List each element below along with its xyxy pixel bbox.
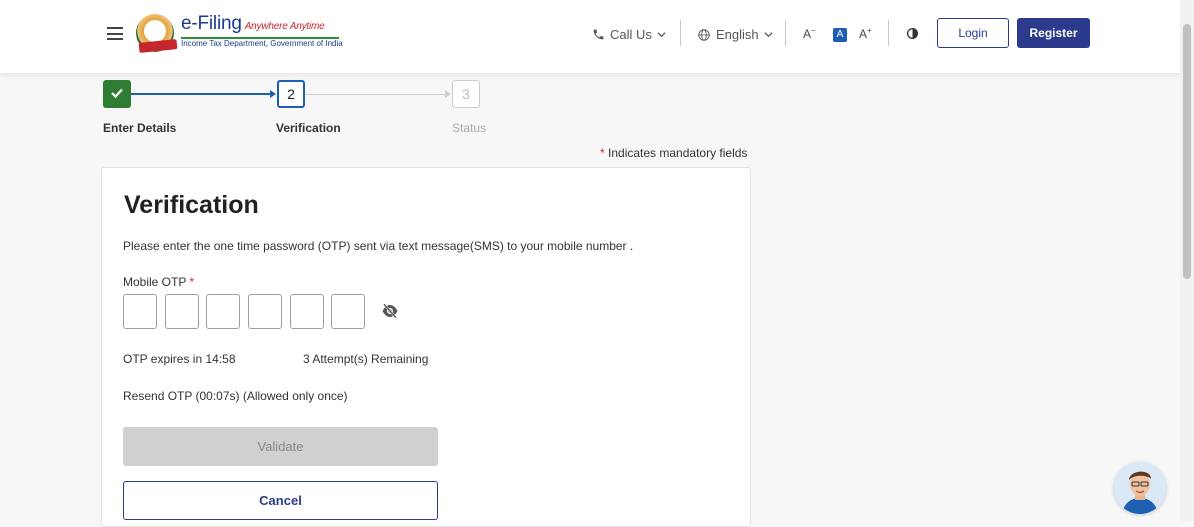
top-header: e-Filing Anywhere Anytime Income Tax Depa…: [0, 0, 1180, 73]
chevron-down-icon: [657, 27, 666, 42]
required-star: *: [189, 275, 195, 289]
cancel-button[interactable]: Cancel: [123, 481, 438, 520]
step-2-active: 2: [277, 80, 305, 108]
otp-expiry-timer: OTP expires in 14:58: [123, 352, 236, 366]
mobile-otp-label: Mobile OTP *: [123, 275, 194, 289]
otp-digit-input[interactable]: [290, 294, 324, 329]
step-1-label: Enter Details: [103, 121, 177, 135]
globe-icon: [697, 28, 711, 42]
header-divider: [680, 20, 681, 46]
step-arrow: [270, 90, 276, 98]
header-divider: [888, 20, 889, 46]
chatbot-avatar-icon[interactable]: [1114, 462, 1166, 514]
otp-digit-input[interactable]: [248, 294, 282, 329]
logo-title[interactable]: e-Filing Anywhere Anytime: [181, 13, 325, 35]
font-increase-label: A: [859, 27, 868, 41]
resend-otp-link[interactable]: Resend OTP (00:07s) (Allowed only once): [123, 389, 348, 403]
required-star: *: [600, 146, 605, 160]
otp-digit-input[interactable]: [165, 294, 199, 329]
call-us-dropdown[interactable]: Call Us: [592, 27, 666, 42]
attempts-remaining: 3 Attempt(s) Remaining: [303, 352, 429, 366]
step-2-label: Verification: [276, 121, 341, 135]
logo-tagline: Anywhere Anytime: [244, 21, 325, 32]
otp-digit-input[interactable]: [331, 294, 365, 329]
language-label: English: [716, 27, 759, 42]
checkmark-icon: [110, 86, 124, 103]
font-normal-button[interactable]: A: [833, 28, 847, 42]
register-button[interactable]: Register: [1017, 18, 1090, 48]
otp-digit-input[interactable]: [206, 294, 240, 329]
logo-subtitle: Income Tax Department, Government of Ind…: [181, 39, 343, 48]
contrast-toggle-icon[interactable]: [906, 27, 919, 40]
call-us-label: Call Us: [610, 27, 652, 42]
chevron-down-icon: [764, 27, 773, 42]
otp-instructions: Please enter the one time password (OTP)…: [123, 239, 634, 253]
logo-title-text: e-Filing: [181, 13, 242, 34]
step-arrow: [445, 90, 451, 98]
step-3-label: Status: [452, 121, 487, 135]
verification-card: [101, 167, 751, 527]
header-divider: [785, 20, 786, 46]
validate-button[interactable]: Validate: [123, 427, 438, 466]
step-3-pending: 3: [452, 80, 480, 108]
eye-off-icon[interactable]: [381, 303, 399, 324]
phone-icon: [592, 28, 605, 41]
menu-icon[interactable]: [107, 27, 123, 40]
page-scrollbar[interactable]: [1180, 0, 1194, 521]
mobile-otp-label-text: Mobile OTP: [123, 275, 187, 289]
page-title: Verification: [124, 191, 259, 219]
otp-digit-input[interactable]: [123, 294, 157, 329]
step-connector: [131, 93, 271, 95]
font-decrease-button[interactable]: A−: [803, 26, 816, 41]
mandatory-note-text: Indicates mandatory fields: [608, 146, 748, 160]
scrollbar-thumb[interactable]: [1183, 24, 1191, 279]
login-button[interactable]: Login: [937, 18, 1009, 48]
mandatory-note: * Indicates mandatory fields: [600, 146, 747, 160]
step-1-completed: [103, 80, 131, 108]
font-decrease-label: A: [803, 27, 812, 41]
font-increase-button[interactable]: A+: [859, 26, 872, 41]
step-connector: [305, 94, 446, 95]
language-dropdown[interactable]: English: [697, 27, 773, 42]
